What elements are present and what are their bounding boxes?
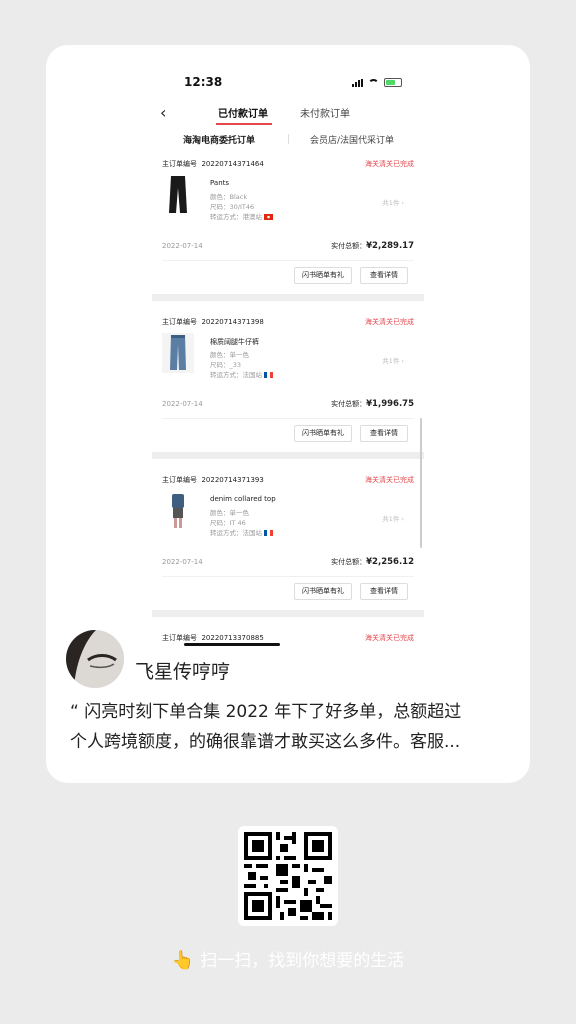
qr-code[interactable] xyxy=(238,826,338,926)
divider xyxy=(162,576,414,577)
tab-unpaid-orders[interactable]: 未付款订单 xyxy=(300,105,350,120)
shipping-method: 转运方式：法国站 xyxy=(210,527,273,537)
shipping-method: 转运方式：法国站 xyxy=(210,369,273,379)
section-gap xyxy=(152,452,424,459)
product-name: denim collared top xyxy=(210,495,276,503)
product-color: 颜色：Black xyxy=(210,193,248,201)
item-count: 共1件 › xyxy=(382,357,404,365)
order-total: 实付总额：¥2,289.17 xyxy=(331,241,414,251)
order-card[interactable]: 主订单编号 20220714371464 海关清关已完成 Pants 颜色：Bl… xyxy=(162,159,414,299)
order-number: 主订单编号 20220714371464 xyxy=(162,160,264,168)
order-date: 2022-07-14 xyxy=(162,242,203,250)
signal-icon xyxy=(352,78,363,87)
order-number: 主订单编号 20220714371393 xyxy=(162,476,264,484)
status-bar: 12:38 xyxy=(148,75,428,93)
scrollbar[interactable] xyxy=(420,418,422,548)
share-order-button[interactable]: 闪书晒单有礼 xyxy=(294,425,352,442)
back-icon[interactable]: ‹ xyxy=(160,103,166,122)
france-flag-icon xyxy=(264,530,273,536)
subtab-member-store[interactable]: 会员店/法国代采订单 xyxy=(310,133,394,146)
product-size: 尺码：IT 46 xyxy=(210,519,246,527)
product-color: 颜色：单一色 xyxy=(210,351,249,359)
product-name: 棉质阔腿牛仔裤 xyxy=(210,338,259,346)
view-details-button[interactable]: 查看详情 xyxy=(360,583,408,600)
product-thumbnail-pants[interactable] xyxy=(162,175,194,215)
scan-text: 扫一扫，找到你想要的生活 xyxy=(200,951,405,971)
order-card[interactable]: 主订单编号 20220714371393 海关清关已完成 denim colla… xyxy=(162,475,414,615)
wifi-icon xyxy=(368,78,379,87)
order-total: 实付总额：¥1,996.75 xyxy=(331,399,414,409)
scan-prompt: 👆 扫一扫，找到你想要的生活 xyxy=(0,946,576,971)
username[interactable]: 飞星传哼哼 xyxy=(135,657,230,684)
view-details-button[interactable]: 查看详情 xyxy=(360,425,408,442)
divider xyxy=(162,260,414,261)
product-thumbnail-top[interactable] xyxy=(162,491,194,531)
product-size: 尺码：_33 xyxy=(210,361,242,369)
product-name: Pants xyxy=(210,179,230,187)
subtabs: 海淘电商委托订单 会员店/法国代采订单 xyxy=(148,131,428,149)
section-gap xyxy=(152,610,424,617)
product-thumbnail-jeans[interactable] xyxy=(162,333,194,373)
post-quote: “ 闪亮时刻下单合集 2022 年下了好多单，总额超过 个人跨境额度，的确很靠谱… xyxy=(70,702,462,752)
subtab-cross-border[interactable]: 海淘电商委托订单 xyxy=(183,133,255,146)
battery-icon xyxy=(384,78,402,87)
france-flag-icon xyxy=(264,372,273,378)
product-size: 尺码：30/IT46 xyxy=(210,203,255,211)
order-screenshot: 12:38 ‹ 已付款订单 未付款订单 海淘电商委托订单 会员店/法国代采订单 … xyxy=(148,45,428,645)
order-status: 海关清关已完成 xyxy=(365,160,414,168)
order-number: 主订单编号 20220713370885 xyxy=(162,634,264,642)
divider xyxy=(162,418,414,419)
order-nav: ‹ 已付款订单 未付款订单 xyxy=(148,101,428,127)
active-tab-indicator xyxy=(216,123,272,125)
tab-paid-orders[interactable]: 已付款订单 xyxy=(218,105,268,120)
view-details-button[interactable]: 查看详情 xyxy=(360,267,408,284)
status-time: 12:38 xyxy=(184,75,223,89)
avatar[interactable] xyxy=(66,630,124,688)
order-date: 2022-07-14 xyxy=(162,400,203,408)
post-card[interactable]: 12:38 ‹ 已付款订单 未付款订单 海淘电商委托订单 会员店/法国代采订单 … xyxy=(46,45,530,783)
order-card[interactable]: 主订单编号 20220714371398 海关清关已完成 棉质阔腿牛仔裤 颜色：… xyxy=(162,317,414,457)
home-indicator xyxy=(184,643,280,646)
order-status: 海关清关已完成 xyxy=(365,318,414,326)
item-count: 共1件 › xyxy=(382,515,404,523)
share-order-button[interactable]: 闪书晒单有礼 xyxy=(294,583,352,600)
product-color: 颜色：单一色 xyxy=(210,509,249,517)
item-count: 共1件 › xyxy=(382,199,404,207)
subtab-divider xyxy=(288,134,289,144)
pointing-hand-icon: 👆 xyxy=(171,950,195,971)
order-total: 实付总额：¥2,256.12 xyxy=(331,557,414,567)
hk-flag-icon xyxy=(264,214,273,220)
order-status: 海关清关已完成 xyxy=(365,634,414,642)
share-order-button[interactable]: 闪书晒单有礼 xyxy=(294,267,352,284)
section-gap xyxy=(152,294,424,301)
order-number: 主订单编号 20220714371398 xyxy=(162,318,264,326)
order-date: 2022-07-14 xyxy=(162,558,203,566)
shipping-method: 转运方式：港澳站 xyxy=(210,211,273,221)
order-status: 海关清关已完成 xyxy=(365,476,414,484)
